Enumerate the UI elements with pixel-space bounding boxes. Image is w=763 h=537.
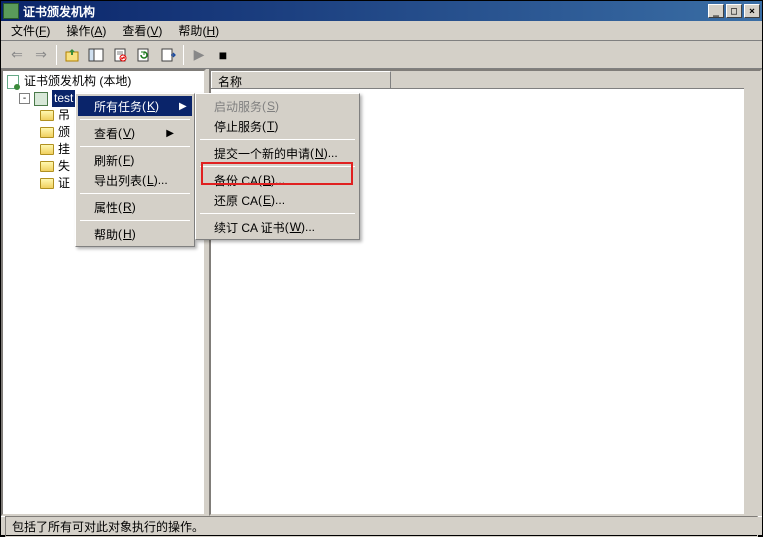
context-menu: 所有任务(K) ▶ 查看(V) ▶ 刷新(F) 导出列表(L)... 属性(R)…	[75, 93, 195, 247]
folder-icon	[39, 126, 55, 140]
tree-child-label: 证	[58, 175, 70, 192]
menu-separator	[200, 139, 355, 140]
maximize-button[interactable]: □	[726, 4, 742, 18]
forward-button[interactable]: ⇒	[30, 44, 52, 66]
close-button[interactable]: ×	[744, 4, 760, 18]
status-text: 包括了所有可对此对象执行的操作。	[5, 516, 758, 537]
titlebar: 证书颁发机构 _ □ ×	[1, 1, 762, 21]
menu-stop-service[interactable]: 停止服务(T)	[198, 116, 357, 136]
submenu-arrow-icon: ▶	[146, 128, 174, 139]
menu-properties[interactable]: 属性(R)	[78, 197, 192, 217]
export-button[interactable]	[157, 44, 179, 66]
tree-child-label: 吊	[58, 107, 70, 124]
menu-renew-ca-cert[interactable]: 续订 CA 证书(W)...	[198, 217, 357, 237]
toolbar: ⇐ ⇒ ▶ ■	[1, 41, 762, 69]
menu-refresh[interactable]: 刷新(F)	[78, 150, 192, 170]
window-title: 证书颁发机构	[23, 3, 706, 20]
menu-start-service[interactable]: 启动服务(S)	[198, 96, 357, 116]
tree-ca-label: test	[52, 90, 75, 107]
window-controls: _ □ ×	[706, 4, 760, 18]
folder-icon	[39, 109, 55, 123]
show-hide-tree-button[interactable]	[85, 44, 107, 66]
properties-button[interactable]	[109, 44, 131, 66]
tree-root-label: 证书颁发机构 (本地)	[24, 73, 131, 90]
statusbar: 包括了所有可对此对象执行的操作。	[1, 516, 762, 536]
app-icon	[3, 3, 19, 19]
play-button[interactable]: ▶	[188, 44, 210, 66]
menu-separator	[200, 166, 355, 167]
column-header-name[interactable]: 名称	[211, 71, 391, 88]
tree-child-label: 失	[58, 158, 70, 175]
refresh-button[interactable]	[133, 44, 155, 66]
menu-action[interactable]: 操作(A)	[58, 20, 114, 41]
menubar: 文件(F) 操作(A) 查看(V) 帮助(H)	[1, 21, 762, 41]
minimize-button[interactable]: _	[708, 4, 724, 18]
menu-separator	[200, 213, 355, 214]
menu-separator	[80, 119, 190, 120]
vertical-scrollbar[interactable]	[744, 71, 760, 514]
toolbar-separator	[183, 45, 184, 65]
tree-child-label: 颁	[58, 124, 70, 141]
folder-icon	[39, 160, 55, 174]
toolbar-separator	[56, 45, 57, 65]
folder-icon	[39, 177, 55, 191]
menu-file[interactable]: 文件(F)	[3, 20, 58, 41]
up-button[interactable]	[61, 44, 83, 66]
menu-all-tasks[interactable]: 所有任务(K) ▶	[78, 96, 192, 116]
cert-authority-icon	[5, 75, 21, 89]
server-icon	[33, 92, 49, 106]
menu-submit-new-request[interactable]: 提交一个新的申请(N)...	[198, 143, 357, 163]
submenu-arrow-icon: ▶	[159, 101, 187, 112]
menu-view[interactable]: 查看(V)	[114, 20, 170, 41]
menu-help[interactable]: 帮助(H)	[170, 20, 227, 41]
folder-icon	[39, 143, 55, 157]
tree-root-node[interactable]: 证书颁发机构 (本地)	[5, 73, 202, 90]
collapse-icon[interactable]: -	[19, 93, 30, 104]
menu-view[interactable]: 查看(V) ▶	[78, 123, 192, 143]
menu-separator	[80, 193, 190, 194]
menu-restore-ca[interactable]: 还原 CA(E)...	[198, 190, 357, 210]
menu-separator	[80, 220, 190, 221]
menu-export-list[interactable]: 导出列表(L)...	[78, 170, 192, 190]
context-submenu: 启动服务(S) 停止服务(T) 提交一个新的申请(N)... 备份 CA(B).…	[195, 93, 360, 240]
menu-help[interactable]: 帮助(H)	[78, 224, 192, 244]
menu-backup-ca[interactable]: 备份 CA(B)...	[198, 170, 357, 190]
menu-separator	[80, 146, 190, 147]
tree-child-label: 挂	[58, 141, 70, 158]
back-button[interactable]: ⇐	[6, 44, 28, 66]
stop-button[interactable]: ■	[212, 44, 234, 66]
list-header: 名称	[211, 71, 760, 89]
